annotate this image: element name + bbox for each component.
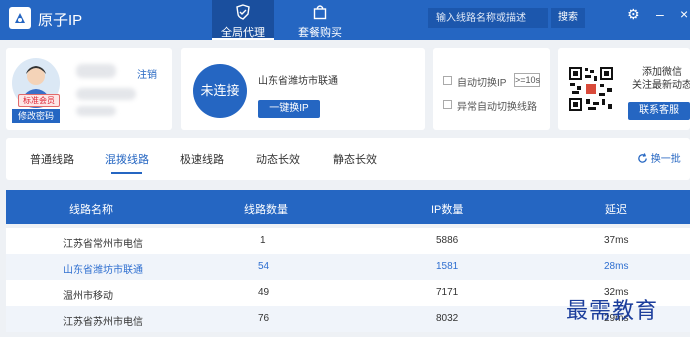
cell-ip-count: 8032	[436, 313, 459, 324]
table-header: 线路名称 线路数量 IP数量 延迟	[6, 190, 690, 224]
gear-icon[interactable]: ⚙	[627, 6, 640, 23]
column-header-line-name: 线路名称	[69, 204, 113, 216]
blurred-account-info	[76, 106, 116, 116]
blurred-username	[76, 64, 116, 78]
member-badge: 标准会员	[18, 94, 60, 107]
cell-ip-count: 5886	[436, 235, 459, 246]
cell-line-name: 江苏省常州市电信	[63, 239, 143, 250]
watermark: 最需教育	[566, 299, 659, 324]
cell-ip-count: 7171	[436, 287, 459, 298]
cell-line-count: 54	[258, 261, 270, 272]
tab-dynamic-long-lines[interactable]: 动态长效	[256, 151, 300, 167]
shield-icon	[235, 4, 251, 23]
switch-ip-button[interactable]: 一键换IP	[258, 100, 320, 118]
logout-link[interactable]: 注销	[137, 66, 157, 81]
tab-static-long-lines[interactable]: 静态长效	[333, 151, 377, 167]
column-header-line-count: 线路数量	[244, 204, 288, 216]
refresh-icon	[638, 153, 647, 163]
auto-switch-label: 自动切换IP	[457, 78, 507, 89]
cell-latency: 37ms	[604, 235, 629, 246]
column-header-ip-count: IP数量	[431, 204, 464, 216]
auto-switch-interval-field[interactable]: >=10s	[514, 73, 540, 87]
column-header-latency: 延迟	[605, 204, 627, 216]
wechat-hint-line2: 关注最新动态	[632, 80, 690, 91]
abnormal-switch-label: 异常自动切换线路	[457, 102, 537, 113]
nav-tab-buy-plan[interactable]: 套餐购买	[289, 0, 351, 40]
contact-support-button[interactable]: 联系客服	[628, 102, 690, 120]
app-title: 原子IP	[38, 12, 83, 29]
cell-line-name: 江苏省苏州市电信	[63, 317, 143, 328]
nav-tab-label: 全局代理	[221, 27, 265, 39]
wechat-hint: 添加微信 关注最新动态	[632, 66, 690, 92]
search-button[interactable]: 搜索	[551, 8, 585, 28]
nav-tab-label: 套餐购买	[298, 27, 342, 39]
app-logo-icon	[9, 7, 31, 29]
cell-line-count: 1	[260, 235, 266, 246]
tab-normal-lines[interactable]: 普通线路	[30, 151, 74, 167]
cell-line-name: 山东省潍坊市联通	[63, 265, 143, 276]
wechat-hint-line1: 添加微信	[642, 67, 682, 78]
table-row[interactable]: 山东省潍坊市联通 54 1581 28ms	[6, 254, 690, 280]
top-bar: 原子IP 全局代理 套餐购买 搜索 ⚙ – ×	[0, 0, 690, 40]
current-location: 山东省潍坊市联通	[258, 76, 338, 87]
cell-line-count: 76	[258, 313, 270, 324]
close-icon[interactable]: ×	[680, 6, 688, 22]
options-card	[433, 48, 550, 130]
cell-line-name: 温州市移动	[63, 291, 113, 302]
table-row[interactable]: 江苏省常州市电信 1 5886 37ms	[6, 228, 690, 254]
active-tab-indicator	[111, 172, 142, 174]
tab-mixed-lines[interactable]: 混拨线路	[105, 151, 149, 167]
cell-ip-count: 1581	[436, 261, 459, 272]
tab-fast-lines[interactable]: 极速线路	[180, 151, 224, 167]
refresh-button[interactable]: 换一批	[637, 150, 681, 165]
cell-line-count: 49	[258, 287, 270, 298]
change-password-button[interactable]: 修改密码	[12, 109, 60, 123]
qr-code-icon	[568, 66, 614, 112]
refresh-label: 换一批	[650, 154, 681, 165]
search-input[interactable]	[428, 8, 548, 28]
cell-latency: 28ms	[604, 261, 629, 272]
connect-status-button[interactable]: 未连接	[193, 64, 247, 118]
abnormal-switch-checkbox[interactable]	[443, 100, 452, 109]
shopping-bag-icon	[312, 4, 328, 23]
minimize-icon[interactable]: –	[656, 6, 664, 22]
auto-switch-checkbox[interactable]	[443, 76, 452, 85]
blurred-account-info	[76, 88, 136, 100]
nav-tab-global-proxy[interactable]: 全局代理	[212, 0, 274, 40]
